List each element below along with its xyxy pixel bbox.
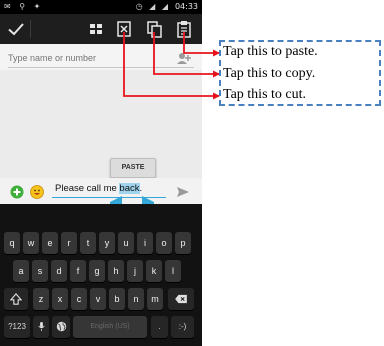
key-q[interactable]: q — [4, 232, 20, 254]
key-i[interactable]: i — [137, 232, 153, 254]
key-f[interactable]: f — [70, 260, 86, 282]
key-e[interactable]: e — [42, 232, 58, 254]
add-attachment-icon[interactable] — [10, 184, 24, 199]
period-key[interactable]: . — [151, 316, 168, 338]
key-p[interactable]: p — [175, 232, 191, 254]
message-text-before: Please call me — [55, 183, 120, 194]
signal-icons: ◷ ◢ ◢ — [135, 2, 170, 11]
add-contact-icon[interactable] — [176, 50, 192, 64]
callout-paste-text: Tap this to paste. — [223, 44, 318, 59]
select-all-icon[interactable] — [84, 17, 108, 41]
key-m[interactable]: m — [147, 288, 163, 310]
language-key[interactable] — [52, 316, 70, 338]
key-w[interactable]: w — [23, 232, 39, 254]
key-l[interactable]: l — [165, 260, 181, 282]
callout-copy-text: Tap this to copy. — [223, 66, 316, 81]
paste-popup-button[interactable]: PASTE — [110, 158, 156, 178]
key-g[interactable]: g — [89, 260, 105, 282]
callout-cut-text: Tap this to cut. — [223, 87, 307, 102]
backspace-key[interactable] — [168, 288, 194, 310]
copy-icon[interactable] — [142, 17, 166, 41]
key-r[interactable]: r — [61, 232, 77, 254]
key-y[interactable]: y — [99, 232, 115, 254]
status-bar: ✉ ⚲ ✦ ◷ ◢ ◢ 04:33 — [0, 0, 202, 14]
key-v[interactable]: v — [90, 288, 106, 310]
recipient-input[interactable] — [8, 51, 158, 65]
shift-arrow-icon — [9, 293, 23, 305]
key-h[interactable]: h — [108, 260, 124, 282]
smiley-key[interactable]: :-) — [171, 316, 194, 338]
key-u[interactable]: u — [118, 232, 134, 254]
message-text[interactable]: Please call me back. — [55, 183, 142, 194]
done-checkmark-icon[interactable] — [4, 17, 28, 41]
cut-icon[interactable] — [112, 17, 136, 41]
key-s[interactable]: s — [32, 260, 48, 282]
notification-icons: ✉ ⚲ ✦ — [4, 2, 44, 11]
key-c[interactable]: c — [71, 288, 87, 310]
send-icon[interactable] — [176, 184, 190, 198]
key-b[interactable]: b — [109, 288, 125, 310]
key-n[interactable]: n — [128, 288, 144, 310]
contextual-action-bar — [0, 14, 202, 44]
key-z[interactable]: z — [33, 288, 49, 310]
key-j[interactable]: j — [127, 260, 143, 282]
symbols-key[interactable]: ?123 — [4, 316, 30, 338]
key-k[interactable]: k — [146, 260, 162, 282]
key-d[interactable]: d — [51, 260, 67, 282]
selected-text: back — [119, 183, 140, 194]
recipient-underline — [8, 67, 194, 68]
space-key[interactable]: English (US) — [73, 316, 147, 338]
message-text-after: . — [139, 183, 143, 194]
backspace-icon — [175, 294, 187, 304]
recipient-row — [0, 44, 202, 70]
key-o[interactable]: o — [156, 232, 172, 254]
soft-keyboard: q w e r t y u i o p a s d f g h j k l z … — [0, 204, 202, 346]
key-x[interactable]: x — [52, 288, 68, 310]
microphone-icon — [37, 321, 45, 332]
shift-key[interactable] — [4, 288, 28, 310]
smiley-icon[interactable] — [30, 184, 44, 199]
phone-screen: ✉ ⚲ ✦ ◷ ◢ ◢ 04:33 PASTE — [0, 0, 202, 346]
status-time: 04:33 — [174, 2, 198, 11]
compose-bar: Please call me back. — [0, 178, 202, 204]
paste-clipboard-icon[interactable] — [172, 17, 196, 41]
key-t[interactable]: t — [80, 232, 96, 254]
message-thread-area — [0, 70, 202, 178]
action-bar-divider — [30, 20, 31, 38]
globe-icon — [56, 321, 66, 332]
voice-input-key[interactable] — [33, 316, 49, 338]
key-a[interactable]: a — [13, 260, 29, 282]
